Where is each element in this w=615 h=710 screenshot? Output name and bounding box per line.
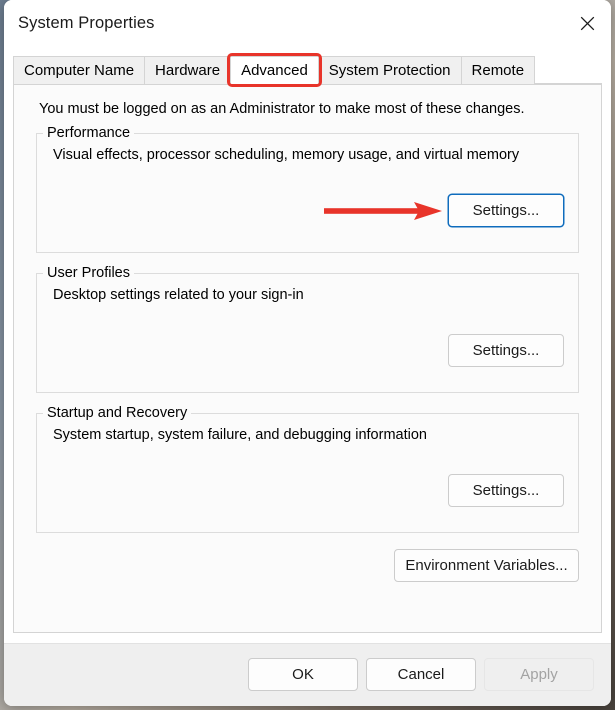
tab-hardware[interactable]: Hardware <box>144 56 231 84</box>
system-properties-dialog: System Properties Computer Name Hardware… <box>4 0 611 706</box>
tab-advanced[interactable]: Advanced <box>230 56 319 84</box>
administrator-note: You must be logged on as an Administrato… <box>39 101 525 117</box>
dialog-body: Computer Name Hardware Advanced System P… <box>4 46 611 643</box>
cancel-button[interactable]: Cancel <box>366 658 476 691</box>
performance-settings-label: Settings... <box>473 202 540 219</box>
apply-button: Apply <box>484 658 594 691</box>
environment-variables-label: Environment Variables... <box>405 557 567 574</box>
tab-remote[interactable]: Remote <box>461 56 536 84</box>
ok-label: OK <box>292 666 314 683</box>
tab-label: System Protection <box>329 63 451 78</box>
tab-label: Remote <box>472 63 525 78</box>
apply-label: Apply <box>520 666 558 683</box>
tab-computer-name[interactable]: Computer Name <box>13 56 145 84</box>
environment-variables-button[interactable]: Environment Variables... <box>394 549 579 582</box>
performance-group-legend: Performance <box>43 125 134 141</box>
startup-recovery-group-legend: Startup and Recovery <box>43 405 191 421</box>
user-profiles-group: User Profiles Desktop settings related t… <box>36 273 579 393</box>
window-title: System Properties <box>18 14 155 33</box>
user-profiles-description: Desktop settings related to your sign-in <box>53 287 304 303</box>
startup-recovery-group: Startup and Recovery System startup, sys… <box>36 413 579 533</box>
tab-label: Computer Name <box>24 63 134 78</box>
tab-strip-filler <box>534 56 602 84</box>
startup-recovery-description: System startup, system failure, and debu… <box>53 427 427 443</box>
tab-strip: Computer Name Hardware Advanced System P… <box>13 56 602 84</box>
advanced-tab-panel: You must be logged on as an Administrato… <box>13 84 602 633</box>
close-icon <box>579 15 596 32</box>
startup-recovery-settings-button[interactable]: Settings... <box>448 474 564 507</box>
ok-button[interactable]: OK <box>248 658 358 691</box>
tab-system-protection[interactable]: System Protection <box>318 56 462 84</box>
user-profiles-group-legend: User Profiles <box>43 265 134 281</box>
performance-group: Performance Visual effects, processor sc… <box>36 133 579 253</box>
performance-description: Visual effects, processor scheduling, me… <box>53 147 519 163</box>
user-profiles-settings-button[interactable]: Settings... <box>448 334 564 367</box>
tab-label: Hardware <box>155 63 220 78</box>
tab-label: Advanced <box>241 63 308 78</box>
user-profiles-settings-label: Settings... <box>473 342 540 359</box>
red-arrow-annotation <box>324 200 444 222</box>
dialog-footer: OK Cancel Apply <box>4 643 611 706</box>
performance-settings-button[interactable]: Settings... <box>448 194 564 227</box>
title-bar: System Properties <box>4 0 611 46</box>
close-button[interactable] <box>564 0 611 46</box>
cancel-label: Cancel <box>398 666 445 683</box>
startup-recovery-settings-label: Settings... <box>473 482 540 499</box>
